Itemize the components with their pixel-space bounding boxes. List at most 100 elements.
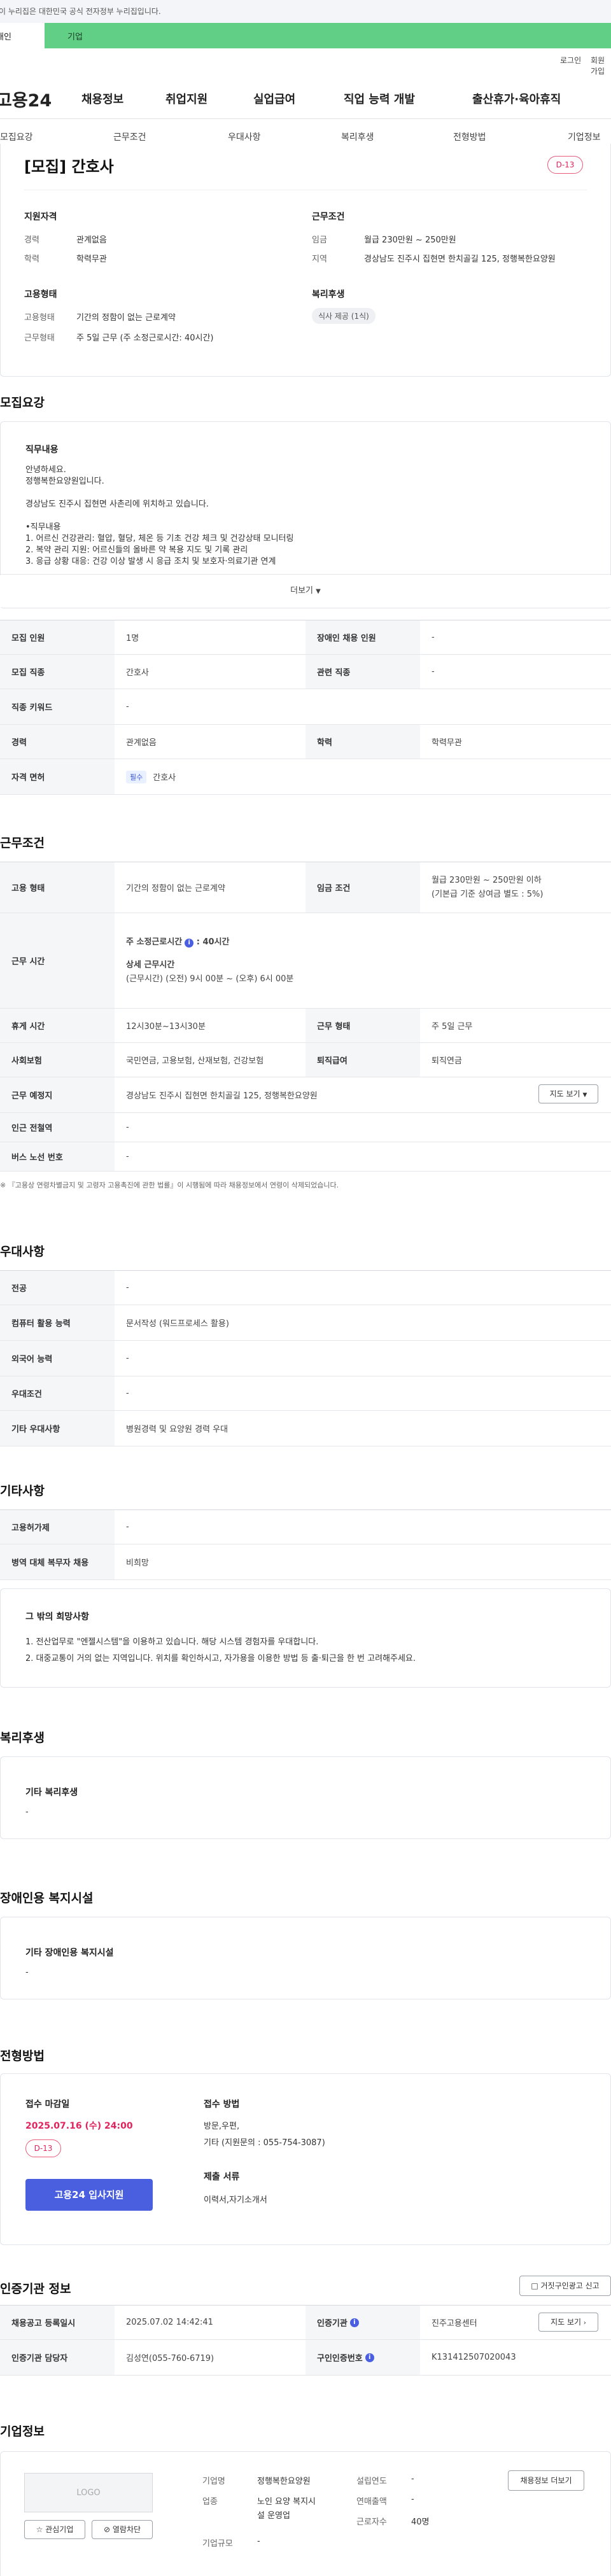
- docs-label: 제출 서류: [204, 2172, 240, 2182]
- favorite-company-label: 관심기업: [45, 2525, 74, 2534]
- job-line: 1. 어르신 건강관리: 혈압, 혈당, 체온 등 기초 건강 체크 및 건강상…: [25, 534, 294, 543]
- table-header: 퇴직급여: [306, 1043, 420, 1077]
- gnb-item-jobs[interactable]: 채용정보: [81, 90, 123, 107]
- subnav-welfare[interactable]: 복리후생: [341, 130, 374, 143]
- company-section-title: 기업정보: [0, 2425, 45, 2439]
- table-cell: -: [432, 633, 435, 642]
- table-header: 기타 우대사항: [0, 1411, 115, 1446]
- wish-line: 2. 대중교통이 거의 없는 지역입니다. 위치를 확인하시고, 자가용을 이용…: [25, 1654, 416, 1663]
- join-link[interactable]: 회원가입: [591, 55, 611, 76]
- dday-badge: D-13: [547, 156, 583, 174]
- more-jobs-button[interactable]: 채용정보 더보기: [508, 2470, 584, 2491]
- gnb-item-parental-leave[interactable]: 출산휴가·육아휴직: [472, 90, 561, 107]
- favorite-company-button[interactable]: ☆ 관심기업: [24, 2520, 85, 2539]
- table-row: 고용허가제 -: [0, 1510, 611, 1544]
- table-row: 근무 시간 주 소정근로시간 i : 40시간 상세 근무시간 (근무시간) (오…: [0, 913, 611, 1009]
- edu-value: 학력무관: [76, 255, 107, 264]
- job-line: 3. 응급 상황 대응: 건강 이상 발생 시 응급 조치 및 보호자·의료기관…: [25, 557, 276, 566]
- company-logo-placeholder: LOGO: [24, 2473, 153, 2512]
- recruit-section-title: 모집요강: [0, 396, 45, 410]
- table-header: 모집 직종: [0, 655, 115, 689]
- detail-hours-value: (근무시간) (오전) 9시 00분 ~ (오후) 6시 00분: [126, 974, 294, 984]
- table-row: 컴퓨터 활용 능력 문서작성 (워드프로세스 활용): [0, 1305, 611, 1341]
- table-header: 병역 대체 복무자 채용: [0, 1544, 115, 1579]
- chevron-down-icon: ▼: [316, 588, 321, 595]
- job-line: 2. 복약 관리 지원: 어르신들의 올바른 약 복용 지도 및 기록 관리: [25, 545, 248, 555]
- disability-other-heading: 기타 장애인용 복지시설: [25, 1948, 114, 1958]
- login-link[interactable]: 로그인: [560, 55, 581, 66]
- table-cell: 문서작성 (워드프로세스 활용): [126, 1319, 229, 1329]
- employ-type-value: 기간의 정함이 없는 근로계약: [76, 313, 176, 323]
- method-value-2: 기타 (지원문의 : 055-754-3087): [204, 2138, 325, 2148]
- tab-personal[interactable]: 개인: [0, 23, 45, 48]
- table-row: 버스 노선 번호 -: [0, 1142, 611, 1172]
- job-line-blank: [25, 510, 293, 522]
- work-form-label: 근무형태: [24, 333, 55, 343]
- info-icon[interactable]: i: [185, 938, 194, 948]
- subnav-recruit[interactable]: 모집요강: [0, 130, 33, 143]
- agency-map-label: 지도 보기: [551, 2318, 582, 2327]
- info-icon[interactable]: i: [349, 2318, 359, 2327]
- etc-wish-text: 1. 전산업무로 "엔젤시스템"을 이용하고 있습니다. 해당 시스템 경험자를…: [25, 1634, 416, 1667]
- report-false-ad-button[interactable]: □ 거짓구인광고 신고: [519, 2276, 611, 2296]
- table-cell: -: [126, 1354, 129, 1363]
- agency-table: 채용공고 등록일시 2025.07.02 14:42:41 인증기관 i 진주고용…: [0, 2305, 611, 2376]
- apply-button[interactable]: 고용24 입사지원: [25, 2179, 153, 2211]
- company-name-value: 정행복한요양원: [257, 2477, 311, 2486]
- tab-company[interactable]: 기업: [45, 23, 611, 48]
- table-cell: -: [126, 1152, 129, 1161]
- gnb-item-unemployment-benefit[interactable]: 실업급여: [253, 90, 295, 107]
- table-header: 직종 키워드: [0, 689, 115, 724]
- table-cell: 기간의 정함이 없는 근로계약: [126, 884, 225, 893]
- info-icon[interactable]: i: [365, 2353, 374, 2362]
- sales-value: -: [411, 2495, 414, 2504]
- table-cell: 2025.07.02 14:42:41: [126, 2318, 213, 2327]
- selection-section-title: 전형방법: [0, 2049, 45, 2063]
- subnav-selection[interactable]: 전형방법: [453, 130, 486, 143]
- table-cell: -: [126, 702, 129, 711]
- agency-map-button[interactable]: 지도 보기 ›: [538, 2313, 598, 2332]
- gnb-item-vocational-training[interactable]: 직업 능력 개발: [344, 90, 415, 107]
- wage-bonus: (기본급 기준 상여금 별도 : 5%): [432, 889, 544, 899]
- welfare-section-title: 복리후생: [0, 1731, 45, 1745]
- table-row: 병역 대체 복무자 채용 비희망: [0, 1544, 611, 1580]
- table-row: 외국어 능력 -: [0, 1341, 611, 1376]
- subnav-conditions[interactable]: 근무조건: [113, 130, 146, 143]
- map-view-button[interactable]: 지도 보기 ▼: [538, 1084, 598, 1103]
- disability-section-title: 장애인용 복지시설: [0, 1891, 94, 1905]
- edu-label: 학력: [24, 255, 39, 264]
- welfare-card: [0, 1756, 611, 1839]
- table-header: 외국어 능력: [0, 1341, 115, 1376]
- table-header: 사회보험: [0, 1043, 115, 1077]
- table-cell: 주 5일 근무: [432, 1022, 473, 1032]
- career-label: 경력: [24, 235, 39, 245]
- job-content-heading: 직무내용: [25, 445, 59, 455]
- weekly-hours-label: 주 소정근로시간: [126, 937, 183, 947]
- gnb-item-employment-support[interactable]: 취업지원: [165, 90, 207, 107]
- table-header: 채용공고 등록일시: [0, 2306, 115, 2339]
- method-label: 접수 방법: [204, 2099, 240, 2110]
- job-line: 정행복한요양원입니다.: [25, 477, 104, 486]
- industry-value-1: 노인 요양 복지시: [257, 2497, 316, 2507]
- table-cell: -: [126, 1522, 129, 1532]
- more-button[interactable]: 더보기 ▼: [0, 575, 611, 607]
- conditions-section-title: 근무조건: [0, 836, 45, 850]
- table-header: 컴퓨터 활용 능력: [0, 1305, 115, 1340]
- table-row: 인근 전철역 -: [0, 1113, 611, 1142]
- agency-header-label: 인증기관: [317, 2319, 348, 2328]
- site-logo[interactable]: 고용24: [0, 87, 52, 111]
- table-header: 인증기관 담당자: [0, 2340, 115, 2375]
- qualification-heading: 지원자격: [24, 212, 57, 222]
- block-view-button[interactable]: ⊘ 열람차단: [92, 2520, 153, 2539]
- detail-hours-label: 상세 근무시간: [126, 960, 175, 970]
- method-value-1: 방문,우편,: [204, 2122, 240, 2131]
- table-header: 임금 조건: [306, 862, 420, 913]
- subnav-company[interactable]: 기업정보: [568, 130, 601, 143]
- subnav-preference[interactable]: 우대사항: [228, 130, 261, 143]
- disability-other-value: -: [25, 1968, 29, 1977]
- job-content-text: 안녕하세요. 정행복한요양원입니다. 경상남도 진주시 집현면 사촌리에 위치하…: [25, 465, 293, 568]
- table-row: 자격 면허 필수 간호사: [0, 759, 611, 795]
- job-title: [모집] 간호사: [24, 158, 114, 176]
- table-cell: 필수 간호사: [115, 759, 611, 794]
- etc-table: 고용허가제 - 병역 대체 복무자 채용 비희망: [0, 1509, 611, 1580]
